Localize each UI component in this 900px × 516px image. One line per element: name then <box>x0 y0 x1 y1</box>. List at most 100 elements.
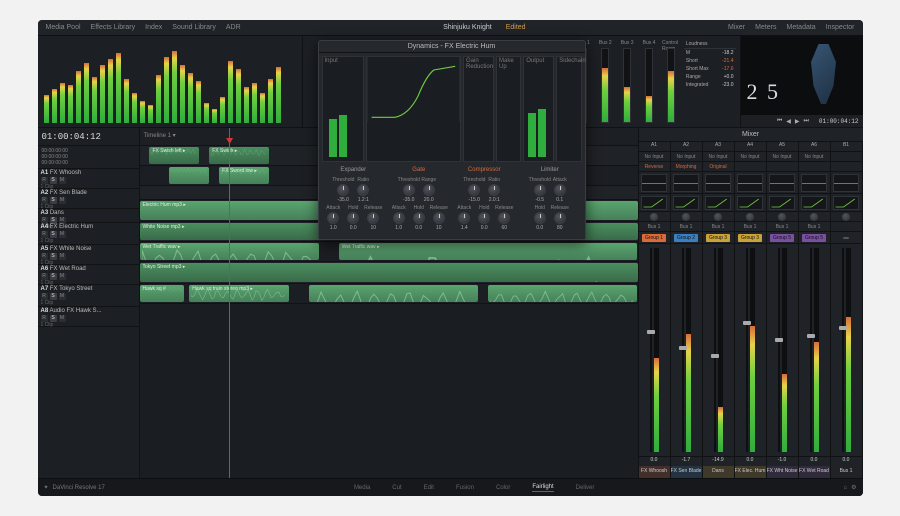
strip-input[interactable]: No Input <box>799 152 830 162</box>
mixer-strip[interactable]: A6 No Input Bus 1 Group 5 0.0 FX Wet Roa… <box>799 142 831 478</box>
knob[interactable]: Hold0.0 <box>411 205 427 231</box>
timeline-lane[interactable]: Tokyo Street mp3 ▸ <box>140 262 638 284</box>
track-header[interactable]: A6 FX Wet Road R S M 1 Clip <box>38 265 139 285</box>
page-tab-cut[interactable]: Cut <box>392 485 401 491</box>
strip-fader[interactable] <box>639 244 670 456</box>
strip-fader[interactable] <box>735 244 766 456</box>
track-header[interactable]: A8 Audio FX Hawk S... R S M 1 Clip <box>38 307 139 327</box>
go-end-icon[interactable]: ⏭ <box>803 118 808 125</box>
strip-fader[interactable] <box>703 244 734 456</box>
mute-button[interactable]: M <box>59 253 66 260</box>
mixer-strip[interactable]: A1 No Input Reverse Bus 1 Group 1 0.0 FX… <box>639 142 671 478</box>
knob[interactable]: Hold0.0 <box>345 205 361 231</box>
page-tab-edit[interactable]: Edit <box>424 485 434 491</box>
strip-eq[interactable] <box>799 172 830 194</box>
strip-pan[interactable] <box>767 212 798 222</box>
audio-clip[interactable] <box>169 167 209 184</box>
arm-button[interactable]: R <box>41 231 48 238</box>
dyn-section[interactable]: LimiterThreshold-0.5Attack0.1Hold0.0Rele… <box>519 167 581 237</box>
knob[interactable]: Release10 <box>365 205 381 231</box>
dyn-section-title[interactable]: Compressor <box>454 167 516 177</box>
strip-pan[interactable] <box>671 212 702 222</box>
viewer-image[interactable]: 2 5 <box>741 36 863 115</box>
strip-dyn[interactable] <box>831 194 862 212</box>
knob[interactable]: Threshold-35.0 <box>335 177 351 203</box>
track-header[interactable]: A3 Dans R S M 1 Clip <box>38 209 139 223</box>
timeline-lane[interactable]: Hawk sq #Hawk sq train stereo mp3 ▸ <box>140 284 638 304</box>
mute-button[interactable]: M <box>59 293 66 300</box>
strip-fader[interactable] <box>767 244 798 456</box>
knob[interactable]: Attack1.0 <box>391 205 407 231</box>
strip-bus[interactable]: Bus 1 <box>703 222 734 232</box>
settings-gear-icon[interactable]: ⚙ <box>851 484 856 491</box>
mixer-strip[interactable]: A2 No Input Morphing Bus 1 Group 2 -1.7 … <box>671 142 703 478</box>
knob[interactable]: Hold0.0 <box>476 205 492 231</box>
audio-clip[interactable]: Tokyo Street mp3 ▸ <box>140 263 638 282</box>
strip-input[interactable]: No Input <box>703 152 734 162</box>
strip-group[interactable]: Group 3 <box>703 232 734 244</box>
strip-fader[interactable] <box>831 244 862 456</box>
track-header[interactable]: A1 FX Whoosh R S M 1 Clip <box>38 169 139 189</box>
strip-input[interactable]: No Input <box>639 152 670 162</box>
dyn-section-title[interactable]: Expander <box>323 167 385 177</box>
strip-fx[interactable]: Original <box>703 162 734 172</box>
strip-fader[interactable] <box>799 244 830 456</box>
knob[interactable]: Range20.0 <box>421 177 437 203</box>
mute-button[interactable]: M <box>59 217 66 224</box>
strip-dyn[interactable] <box>703 194 734 212</box>
audio-clip[interactable]: FX Swish left ▸ <box>149 147 199 164</box>
knob[interactable]: Ratio1.2:1 <box>355 177 371 203</box>
arm-button[interactable]: R <box>41 217 48 224</box>
strip-pan[interactable] <box>735 212 766 222</box>
mixer-strip[interactable]: B1 0.0 Bus 1 <box>831 142 863 478</box>
track-header[interactable]: A4 FX Electric Hum R S M 1 Clip <box>38 223 139 245</box>
knob[interactable]: Ratio2.0:1 <box>486 177 502 203</box>
audio-clip[interactable]: Hawk sq train stereo mp3 ▸ <box>189 285 289 302</box>
solo-button[interactable]: S <box>50 177 57 184</box>
strip-dyn[interactable] <box>639 194 670 212</box>
strip-group[interactable]: Group 5 <box>767 232 798 244</box>
page-tab-media[interactable]: Media <box>354 485 370 491</box>
solo-button[interactable]: S <box>50 315 57 322</box>
menu-mixer[interactable]: Mixer <box>728 24 745 31</box>
knob[interactable]: Threshold-15.0 <box>466 177 482 203</box>
play-icon[interactable]: ▶ <box>795 118 800 125</box>
menu-index[interactable]: Index <box>145 24 162 31</box>
solo-button[interactable]: S <box>50 217 57 224</box>
dyn-section[interactable]: GateThreshold-35.0Range20.0Attack1.0Hold… <box>388 167 450 237</box>
menu-sound-library[interactable]: Sound Library <box>172 24 216 31</box>
strip-bus[interactable]: Bus 1 <box>671 222 702 232</box>
solo-button[interactable]: S <box>50 273 57 280</box>
strip-pan[interactable] <box>799 212 830 222</box>
strip-fader[interactable] <box>671 244 702 456</box>
playhead[interactable] <box>229 128 230 478</box>
mute-button[interactable]: M <box>59 315 66 322</box>
strip-dyn[interactable] <box>767 194 798 212</box>
audio-clip[interactable]: Hawk sq # <box>140 285 185 302</box>
knob[interactable]: Attack1.4 <box>456 205 472 231</box>
strip-fx[interactable] <box>799 162 830 172</box>
strip-eq[interactable] <box>703 172 734 194</box>
strip-bus[interactable]: Bus 1 <box>767 222 798 232</box>
dyn-section-title[interactable]: Limiter <box>519 167 581 177</box>
dyn-section-title[interactable]: Gate <box>388 167 450 177</box>
page-tab-color[interactable]: Color <box>496 485 510 491</box>
arm-button[interactable]: R <box>41 273 48 280</box>
play-reverse-icon[interactable]: ◀ <box>786 118 791 125</box>
menu-metadata[interactable]: Metadata <box>787 24 816 31</box>
strip-group[interactable]: Group 3 <box>735 232 766 244</box>
track-header[interactable]: A2 FX Sen Blade R S M 1 Clip <box>38 189 139 209</box>
knob[interactable]: Threshold-0.5 <box>532 177 548 203</box>
timeline-lane[interactable]: Wet Traffic wav ▸Wet Traffic wav ▸ <box>140 242 638 262</box>
mute-button[interactable]: M <box>59 177 66 184</box>
menu-media-pool[interactable]: Media Pool <box>46 24 81 31</box>
strip-fx[interactable] <box>767 162 798 172</box>
arm-button[interactable]: R <box>41 253 48 260</box>
strip-input[interactable]: No Input <box>671 152 702 162</box>
dyn-graph-curve[interactable] <box>366 56 461 162</box>
menu-effects-library[interactable]: Effects Library <box>91 24 136 31</box>
solo-button[interactable]: S <box>50 231 57 238</box>
audio-clip[interactable]: FX Swish ▸ <box>209 147 269 164</box>
mute-button[interactable]: M <box>59 197 66 204</box>
strip-dyn[interactable] <box>799 194 830 212</box>
